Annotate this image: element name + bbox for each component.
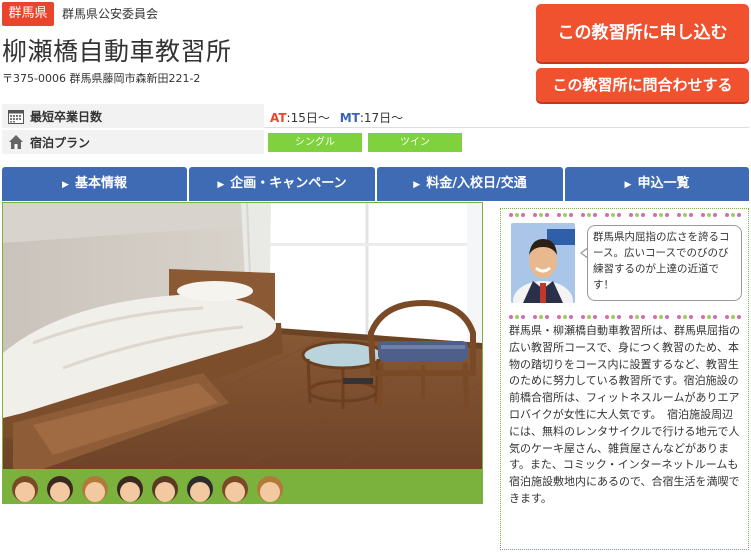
house-icon	[9, 135, 23, 149]
tab-label: 基本情報	[74, 176, 127, 191]
dotted-divider	[509, 213, 741, 217]
plan-single-badge[interactable]: シングル	[268, 133, 362, 152]
at-label: AT	[270, 111, 287, 125]
room-photo	[3, 203, 482, 469]
tab-application-list[interactable]: ▶ 申込一覧	[565, 167, 749, 201]
plan-twin-badge[interactable]: ツイン	[368, 133, 462, 152]
dotted-divider	[509, 315, 741, 319]
tab-campaign[interactable]: ▶ 企画・キャンペーン	[189, 167, 375, 201]
address: 〒375-0006 群馬県藤岡市森新田221-2	[2, 72, 201, 85]
mt-label: MT	[339, 111, 360, 125]
tab-label: 料金/入校日/交通	[426, 176, 527, 191]
tab-fees[interactable]: ▶ 料金/入校日/交通	[377, 167, 563, 201]
min-days-label: 最短卒業日数	[30, 110, 103, 124]
min-days-value: AT:15日～ MT:17日～	[270, 109, 403, 126]
inquire-button[interactable]: この教習所に問合わせする	[536, 68, 749, 102]
prefecture-badge: 群馬県	[2, 2, 54, 26]
triangle-right-icon: ▶	[413, 180, 421, 190]
main-photo-frame	[2, 202, 483, 504]
authority-label: 群馬県公安委員会	[62, 7, 159, 21]
lodging-label-cell: 宿泊プラン	[2, 130, 264, 154]
page-title: 柳瀬橋自動車教習所	[2, 37, 232, 66]
school-intro-panel: 群馬県内屈指の広さを誇るコース。広いコースでのびのび練習するのが上達の近道です！…	[500, 208, 749, 550]
min-days-label-cell: 最短卒業日数	[2, 104, 264, 128]
school-description: 群馬県・柳瀬橋自動車教習所は、群馬県屈指の広い教習所コースで、身につく教習のため…	[509, 324, 740, 505]
tab-label: 企画・キャンペーン	[230, 176, 347, 191]
instructor-speech-bubble: 群馬県内屈指の広さを誇るコース。広いコースでのびのび練習するのが上達の近道です！	[587, 225, 742, 301]
mt-value: :17日～	[359, 111, 404, 125]
at-value: :15日～	[286, 111, 330, 125]
instructor-avatar	[511, 223, 575, 303]
calendar-icon	[8, 110, 24, 124]
min-days-row: 最短卒業日数 AT:15日～ MT:17日～	[2, 104, 749, 128]
lodging-label: 宿泊プラン	[30, 136, 91, 150]
school-nav: ▶ 基本情報 ▶ 企画・キャンペーン ▶ 料金/入校日/交通 ▶ 申込一覧	[2, 167, 749, 201]
tab-label: 申込一覧	[637, 176, 690, 191]
triangle-right-icon: ▶	[62, 180, 69, 190]
apply-button[interactable]: この教習所に申し込む	[536, 4, 749, 62]
tab-basic-info[interactable]: ▶ 基本情報	[2, 167, 187, 201]
mascot-faces-strip	[3, 469, 482, 503]
triangle-right-icon: ▶	[217, 180, 225, 190]
lodging-row: 宿泊プラン シングル ツイン	[2, 130, 749, 154]
triangle-right-icon: ▶	[624, 180, 632, 190]
